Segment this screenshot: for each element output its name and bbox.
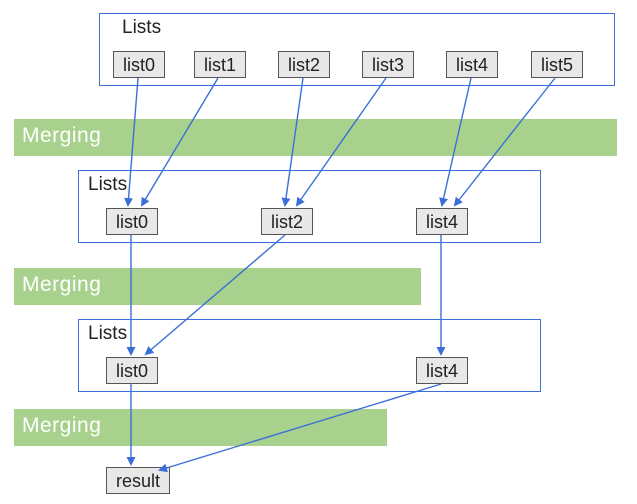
node-list4-b: list4 xyxy=(416,208,468,235)
merging-label: Merging xyxy=(22,273,101,297)
node-result: result xyxy=(106,467,170,494)
node-list2-a: list2 xyxy=(278,51,330,78)
node-list5-a: list5 xyxy=(531,51,583,78)
merging-bar-3: Merging xyxy=(14,409,387,446)
node-list4-a: list4 xyxy=(446,51,498,78)
panel-label: Lists xyxy=(88,323,127,345)
merging-label: Merging xyxy=(22,124,101,148)
panel-label: Lists xyxy=(122,17,161,39)
node-list2-b: list2 xyxy=(261,208,313,235)
panel-label: Lists xyxy=(88,174,127,196)
node-list0-c: list0 xyxy=(106,357,158,384)
node-list3-a: list3 xyxy=(362,51,414,78)
node-list0-a: list0 xyxy=(113,51,165,78)
node-list0-b: list0 xyxy=(106,208,158,235)
merging-bar-2: Merging xyxy=(14,268,421,305)
node-list1-a: list1 xyxy=(194,51,246,78)
node-list4-c: list4 xyxy=(416,357,468,384)
merging-bar-1: Merging xyxy=(14,119,617,156)
merging-label: Merging xyxy=(22,414,101,438)
